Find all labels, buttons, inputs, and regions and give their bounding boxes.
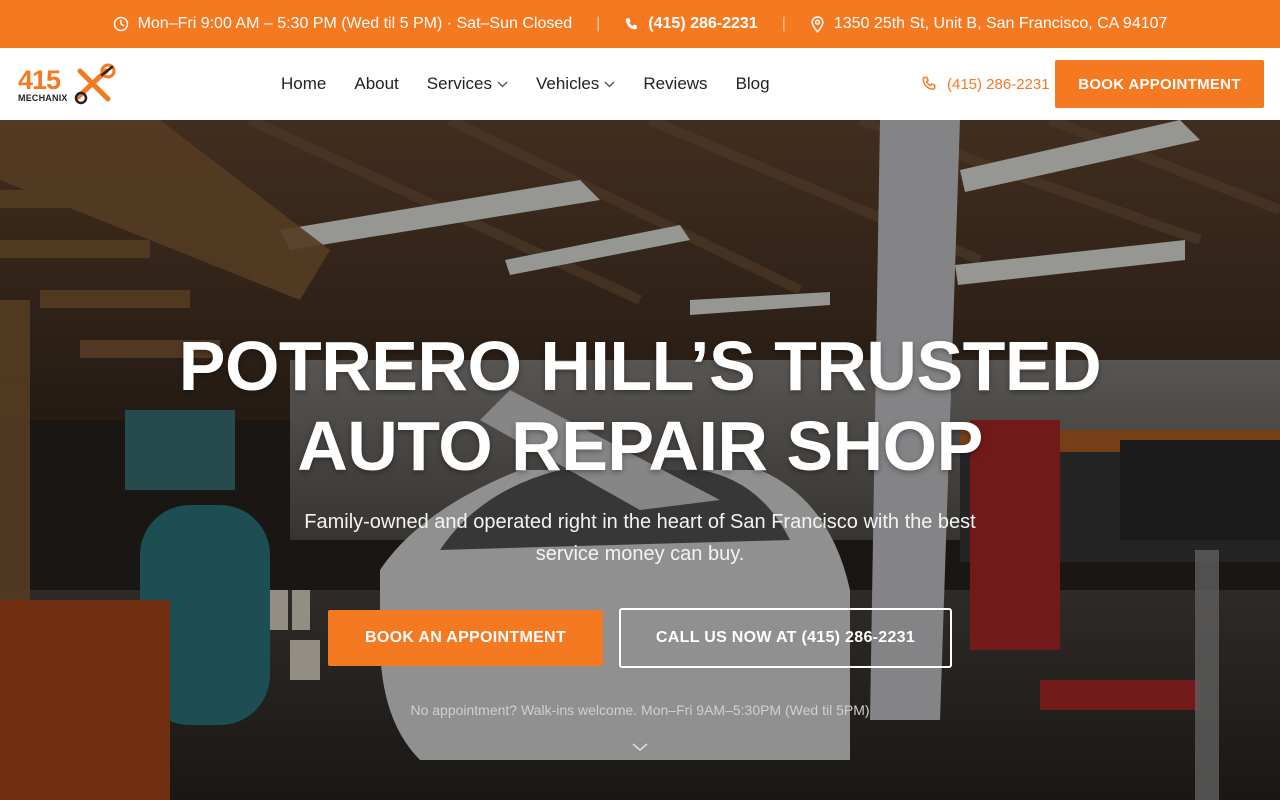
walk-in-note: No appointment? Walk-ins welcome. Mon–Fr… xyxy=(410,702,870,718)
nav-about-label: About xyxy=(354,74,399,93)
nav-blog[interactable]: Blog xyxy=(736,74,770,94)
top-info-bar: Mon–Fri 9:00 AM – 5:30 PM (Wed til 5 PM)… xyxy=(0,0,1280,48)
topbar-separator: | xyxy=(781,15,786,32)
main-nav: Home About Services Vehicles Reviews Blo… xyxy=(281,48,770,120)
site-logo[interactable]: 415 MECHANIX xyxy=(18,63,116,107)
clock-icon xyxy=(113,16,129,32)
hero-section: POTRERO HILL’S TRUSTED AUTO REPAIR SHOP … xyxy=(0,120,1280,800)
hero-title-line1: POTRERO HILL’S TRUSTED xyxy=(178,327,1102,405)
nav-reviews-label: Reviews xyxy=(643,74,708,93)
nav-vehicles-label: Vehicles xyxy=(535,74,600,93)
topbar-phone: (415) 286-2231 xyxy=(648,15,758,32)
wrench-logo-icon xyxy=(74,63,116,105)
chevron-down-icon xyxy=(497,81,508,87)
nav-services-label: Services xyxy=(426,74,492,93)
book-appointment-button[interactable]: BOOK APPOINTMENT xyxy=(1055,60,1264,108)
phone-icon xyxy=(922,76,936,90)
logo-word: MECHANIX xyxy=(18,93,68,103)
nav-about[interactable]: About xyxy=(354,74,398,94)
phone-icon xyxy=(624,17,639,32)
nav-reviews[interactable]: Reviews xyxy=(643,74,707,94)
address-info[interactable]: 1350 25th St, Unit B, San Francisco, CA … xyxy=(810,15,1168,33)
logo-number: 415 xyxy=(18,65,61,95)
header-phone-text: (415) 286-2231 xyxy=(947,75,1050,93)
nav-blog-label: Blog xyxy=(735,74,770,93)
map-pin-icon xyxy=(810,15,825,33)
hero-title-line2: AUTO REPAIR SHOP xyxy=(297,407,983,485)
hero-content: POTRERO HILL’S TRUSTED AUTO REPAIR SHOP … xyxy=(0,120,1280,800)
nav-home[interactable]: Home xyxy=(281,74,326,94)
hero-subtitle: Family-owned and operated right in the h… xyxy=(304,511,976,565)
hero-title: POTRERO HILL’S TRUSTED AUTO REPAIR SHOP xyxy=(140,326,1140,486)
hours-info: Mon–Fri 9:00 AM – 5:30 PM (Wed til 5 PM)… xyxy=(113,15,573,33)
topbar-separator: | xyxy=(596,15,601,32)
hours-text: Mon–Fri 9:00 AM – 5:30 PM (Wed til 5 PM)… xyxy=(137,15,573,32)
nav-vehicles[interactable]: Vehicles xyxy=(536,74,615,94)
scroll-down-chevron-icon[interactable] xyxy=(630,740,650,758)
site-header: 415 MECHANIX Home About Services Vehicle… xyxy=(0,48,1280,120)
call-us-button[interactable]: CALL US NOW AT (415) 286-2231 xyxy=(619,608,952,668)
address-text: 1350 25th St, Unit B, San Francisco, CA … xyxy=(833,15,1168,32)
nav-services[interactable]: Services xyxy=(427,74,508,94)
header-phone-link[interactable]: (415) 286-2231 xyxy=(921,48,1050,120)
nav-home-label: Home xyxy=(281,74,327,93)
chevron-down-icon xyxy=(604,81,615,87)
book-an-appointment-button[interactable]: BOOK AN APPOINTMENT xyxy=(328,610,603,666)
topbar-phone-link[interactable]: (415) 286-2231 xyxy=(624,15,758,33)
